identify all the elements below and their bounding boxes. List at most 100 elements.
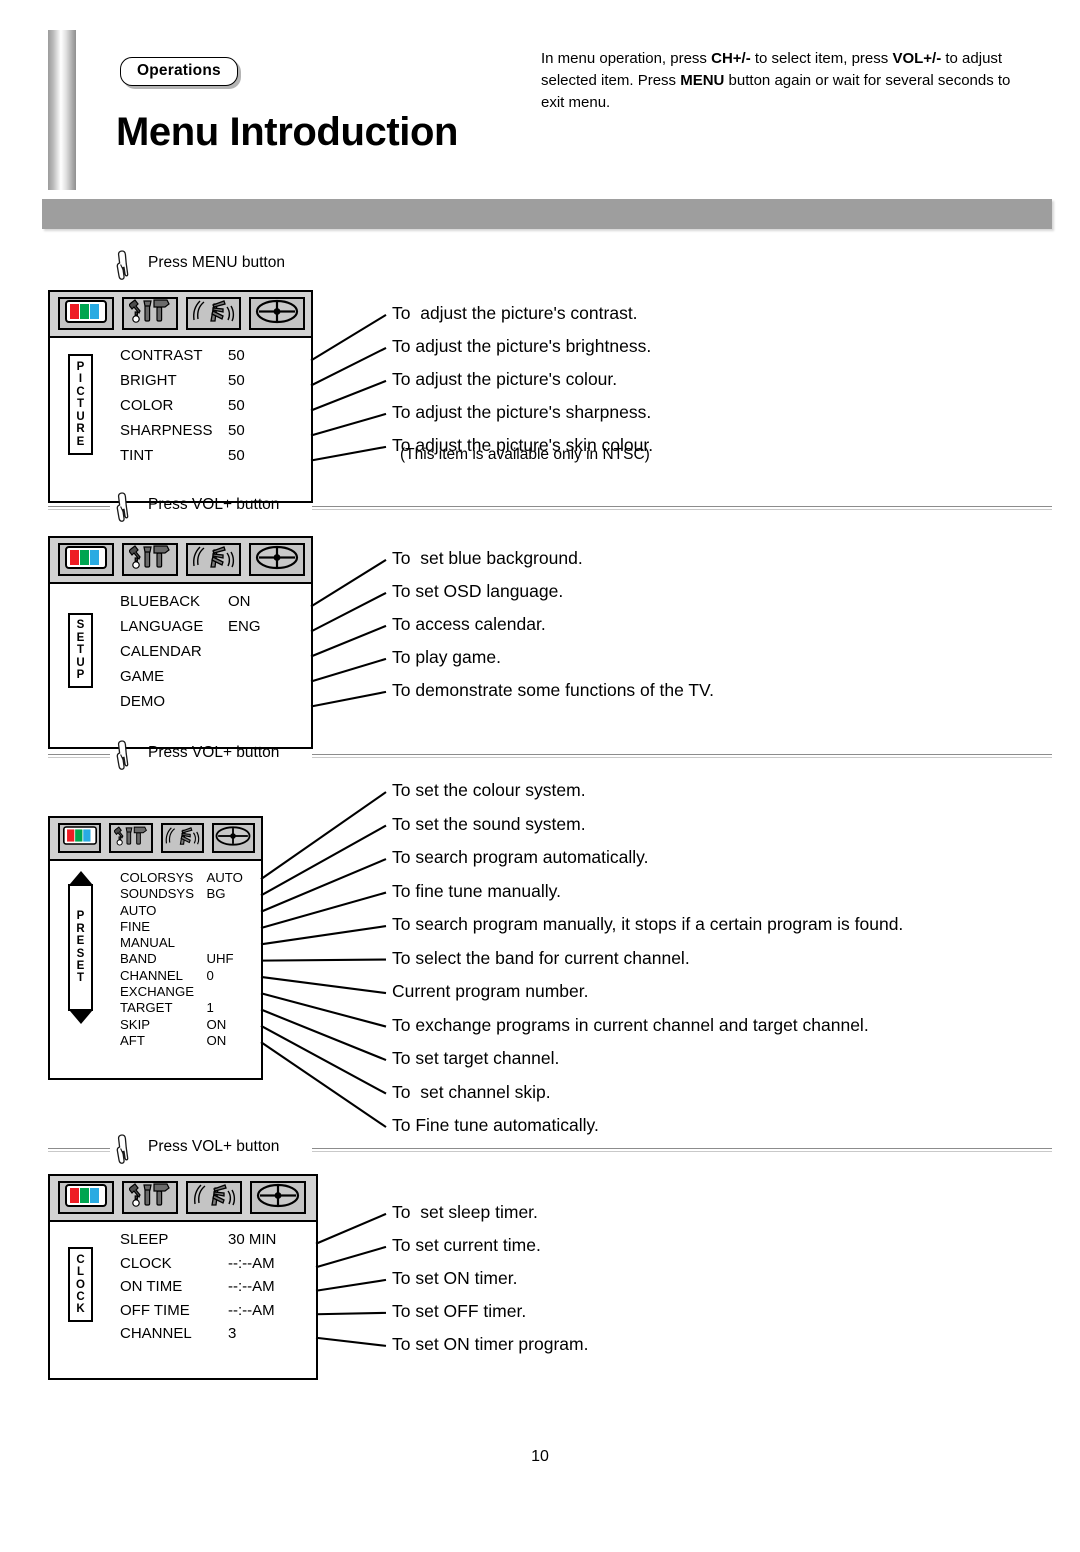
- scroll-up-arrow-icon[interactable]: [69, 871, 92, 884]
- osd-row-key: TARGET: [120, 1000, 173, 1016]
- osd-body: SETUP BLUEBACK ON LANGUAGE ENG CALENDAR …: [50, 584, 311, 747]
- osd-row-key: FINE: [120, 918, 151, 934]
- osd-row[interactable]: BAND UHF: [120, 952, 261, 968]
- description-note: (This item is available only in NTSC): [400, 446, 650, 463]
- osd-row-value: [206, 904, 261, 920]
- osd-row-value: 50: [228, 447, 245, 464]
- osd-row[interactable]: GAME: [120, 669, 311, 694]
- osd-row[interactable]: SKIP ON: [120, 1016, 261, 1034]
- color-bars-icon: [64, 545, 107, 574]
- description-list-setup: To set blue background. To set OSD langua…: [392, 548, 1032, 713]
- osd-tab-clock[interactable]: [249, 297, 305, 330]
- osd-tab-clock[interactable]: [249, 543, 305, 576]
- osd-row[interactable]: CHANNEL 3: [120, 1326, 316, 1350]
- osd-menu-picture: PICTURE CONTRAST 50 BRIGHT 50 COLOR 50 S…: [48, 290, 313, 503]
- description-line: To adjust the picture's contrast.: [392, 303, 638, 323]
- osd-row[interactable]: COLORSYS AUTO: [120, 871, 261, 887]
- osd-tab-setup[interactable]: [121, 543, 178, 576]
- description-line: To set the sound system.: [392, 813, 586, 834]
- antenna-signal-icon: [164, 825, 200, 852]
- osd-row[interactable]: OFF TIME --:--AM: [120, 1303, 316, 1327]
- description-line: To access calendar.: [392, 614, 546, 634]
- osd-tab-preset[interactable]: [186, 1181, 242, 1214]
- decorative-left-bar: [48, 30, 76, 190]
- osd-row[interactable]: BRIGHT 50: [120, 373, 311, 398]
- osd-row[interactable]: EXCHANGE: [120, 985, 261, 1001]
- osd-row-value: ENG: [228, 618, 261, 635]
- color-bars-icon: [64, 299, 107, 328]
- osd-row-value: 1: [206, 1000, 214, 1016]
- osd-side-label: PICTURE: [68, 354, 93, 455]
- osd-row[interactable]: AUTO: [120, 903, 261, 920]
- osd-row[interactable]: FINE: [120, 920, 261, 936]
- osd-row[interactable]: TARGET 1: [120, 1001, 261, 1017]
- osd-tab-picture[interactable]: [58, 543, 114, 576]
- scroll-down-arrow-icon[interactable]: [69, 1011, 92, 1025]
- description-line: To set ON timer.: [392, 1268, 518, 1288]
- osd-tab-picture[interactable]: [58, 823, 102, 853]
- osd-row-value: ON: [206, 1016, 227, 1032]
- osd-tab-clock[interactable]: [250, 1181, 306, 1214]
- osd-row-key: AFT: [120, 1032, 145, 1048]
- menu-group-preset: Press VOL+ button P R E S E T COLORSYS A…: [0, 738, 1080, 1135]
- osd-menu-clock: CLOCK SLEEP 30 MIN CLOCK --:--AM ON TIME…: [48, 1174, 318, 1380]
- tools-icon: [113, 825, 148, 852]
- osd-row[interactable]: CHANNEL 0: [120, 969, 261, 985]
- osd-tab-setup[interactable]: [122, 1181, 178, 1214]
- osd-row[interactable]: BLUEBACK ON: [120, 594, 311, 619]
- osd-row-key: MANUAL: [120, 935, 175, 951]
- pointing-hand-icon: [114, 250, 136, 284]
- antenna-signal-icon: [191, 544, 235, 575]
- osd-tab-setup[interactable]: [109, 823, 153, 853]
- osd-row[interactable]: CLOCK --:--AM: [120, 1256, 316, 1280]
- osd-row[interactable]: SHARPNESS 50: [120, 423, 311, 448]
- osd-tab-picture[interactable]: [58, 1181, 114, 1214]
- osd-row-key: SOUNDSYS: [120, 886, 195, 902]
- description-list-picture: To adjust the picture's contrast. To adju…: [392, 303, 1032, 464]
- intro-key-ch: CH+/-: [711, 50, 751, 67]
- osd-row-value: [206, 936, 261, 952]
- osd-row[interactable]: CALENDAR: [120, 644, 311, 669]
- osd-row[interactable]: LANGUAGE ENG: [120, 619, 311, 644]
- osd-tab-picture[interactable]: [58, 297, 114, 330]
- osd-side-label: PRESET: [68, 884, 93, 1012]
- osd-row-key: ON TIME: [120, 1278, 183, 1295]
- color-bars-icon: [65, 1183, 107, 1212]
- osd-row-key: SHARPNESS: [120, 422, 213, 439]
- osd-tab-setup[interactable]: [121, 297, 178, 330]
- osd-row[interactable]: AFT ON: [120, 1034, 261, 1050]
- osd-row-key: CHANNEL: [120, 967, 184, 983]
- description-line: To adjust the picture's colour.: [392, 369, 618, 389]
- osd-row[interactable]: ON TIME --:--AM: [120, 1279, 316, 1303]
- osd-row-value: UHF: [206, 951, 234, 967]
- intro-text-2: to select item, press: [750, 50, 889, 67]
- description-line: To set blue background.: [392, 548, 583, 568]
- osd-row[interactable]: DEMO: [120, 694, 311, 719]
- osd-row[interactable]: SOUNDSYS BG: [120, 887, 261, 903]
- intro-text-4: button: [724, 72, 771, 90]
- osd-tab-preset[interactable]: [160, 823, 204, 853]
- page-title: Menu Introduction: [116, 110, 459, 154]
- osd-row-key: TINT: [120, 447, 154, 464]
- description-line: To set sleep timer.: [392, 1202, 538, 1222]
- osd-tab-bar: [50, 1176, 316, 1222]
- description-line: To select the band for current channel.: [392, 947, 690, 968]
- osd-body: PRESET COLORSYS AUTO SOUNDSYS BG AUTO FI…: [50, 861, 261, 1078]
- osd-menu-setup: SETUP BLUEBACK ON LANGUAGE ENG CALENDAR …: [48, 536, 313, 749]
- osd-row-key: LANGUAGE: [120, 618, 204, 635]
- osd-row[interactable]: TINT 50: [120, 448, 311, 473]
- color-bars-icon: [62, 826, 97, 850]
- osd-row[interactable]: COLOR 50: [120, 398, 311, 423]
- osd-row[interactable]: SLEEP 30 MIN: [120, 1232, 316, 1256]
- osd-tab-bar: [50, 818, 261, 861]
- osd-tab-preset[interactable]: [185, 543, 242, 576]
- osd-tab-preset[interactable]: [185, 297, 242, 330]
- osd-row-value: BG: [206, 886, 226, 902]
- description-line: To set OSD language.: [392, 581, 564, 601]
- osd-row[interactable]: CONTRAST 50: [120, 348, 311, 373]
- osd-tab-clock[interactable]: [211, 823, 255, 853]
- description-line: To search program manually, it stops if …: [392, 914, 904, 934]
- osd-row[interactable]: MANUAL: [120, 936, 261, 952]
- osd-row-value: ON: [206, 1032, 227, 1048]
- osd-row-value: 50: [228, 372, 245, 389]
